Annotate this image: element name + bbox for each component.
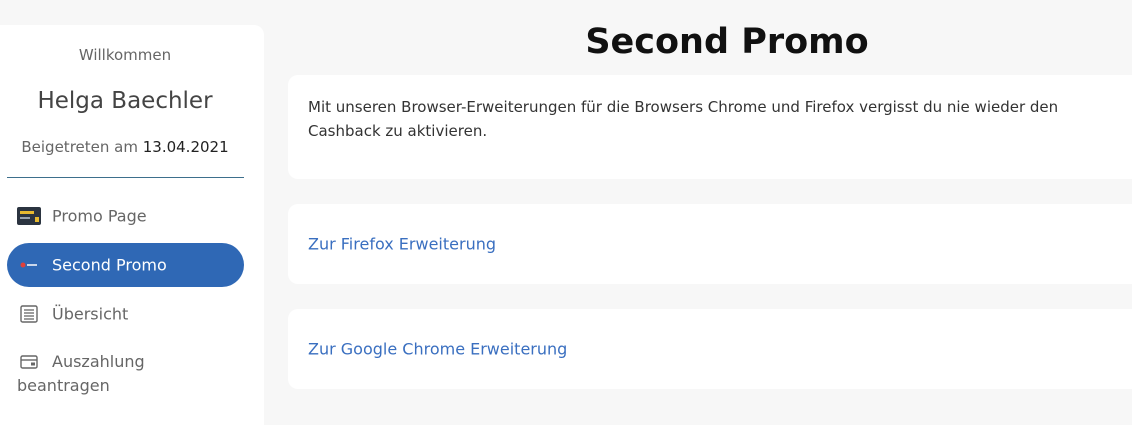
user-name: Helga Baechler xyxy=(37,88,213,114)
promo-icon xyxy=(17,255,41,275)
promo-card-icon xyxy=(17,206,41,226)
firefox-extension-link[interactable]: Zur Firefox Erweiterung xyxy=(308,235,496,254)
joined-date: 13.04.2021 xyxy=(142,138,229,156)
welcome-text: Willkommen xyxy=(78,46,172,64)
firefox-card: Zur Firefox Erweiterung xyxy=(288,204,1132,284)
joined-label: Beigetreten am xyxy=(21,138,138,156)
sidebar-item-label-line2: beantragen xyxy=(17,376,110,395)
joined-info: Beigetreten am 13.04.2021 xyxy=(0,138,250,156)
sidebar-item-promo-page[interactable]: Promo Page xyxy=(7,203,244,229)
chrome-extension-link[interactable]: Zur Google Chrome Erweiterung xyxy=(308,340,567,359)
wallet-icon xyxy=(17,352,41,372)
sidebar-item-label: Promo Page xyxy=(52,206,147,226)
sidebar-item-second-promo[interactable]: Second Promo xyxy=(7,243,244,287)
sidebar-item-label: Übersicht xyxy=(52,304,129,324)
sidebar-item-label: Second Promo xyxy=(52,255,167,275)
sidebar: Willkommen Helga Baechler Beigetreten am… xyxy=(0,25,264,425)
sidebar-item-payout[interactable]: Auszahlung beantragen xyxy=(7,350,244,400)
list-icon xyxy=(17,304,41,324)
sidebar-divider xyxy=(7,177,244,178)
sidebar-item-label: Auszahlung xyxy=(52,352,145,371)
chrome-card: Zur Google Chrome Erweiterung xyxy=(288,309,1132,389)
description-text: Mit unseren Browser-Erweiterungen für di… xyxy=(308,98,1059,140)
sidebar-item-overview[interactable]: Übersicht xyxy=(7,301,244,327)
description-card: Mit unseren Browser-Erweiterungen für di… xyxy=(288,75,1132,179)
page-title: Second Promo xyxy=(585,22,869,62)
